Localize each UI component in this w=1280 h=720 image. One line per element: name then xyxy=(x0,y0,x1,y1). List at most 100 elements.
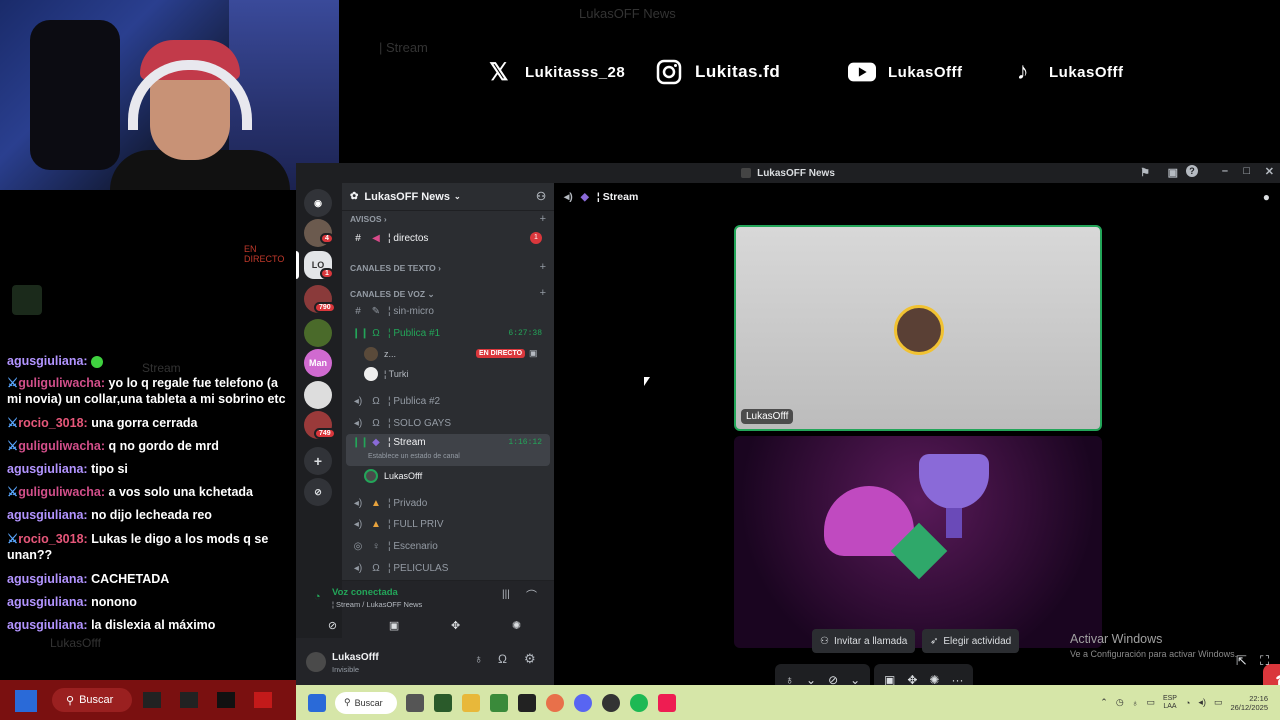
browser-icon[interactable] xyxy=(546,693,564,712)
network-icon[interactable]: ◷ xyxy=(1116,697,1124,708)
notepad-icon[interactable] xyxy=(434,693,452,712)
file-explorer-icon[interactable] xyxy=(462,693,480,712)
category-avisos[interactable]: AVISOS › xyxy=(350,214,387,224)
taskbar-app-icon[interactable] xyxy=(143,692,161,708)
camera-off-icon[interactable]: ⊘ xyxy=(328,619,337,632)
rocket-icon: ➶ xyxy=(930,635,939,647)
voice-status[interactable]: Voz conectada xyxy=(332,587,398,598)
windows-start-icon[interactable] xyxy=(308,693,326,712)
lock-icon: ▲ xyxy=(371,518,381,530)
selected-indicator xyxy=(296,251,299,279)
taskbar-app-icon[interactable] xyxy=(254,692,272,708)
microphone-icon[interactable]: ♁ xyxy=(474,652,483,666)
settings-gear-icon[interactable]: ⚙ xyxy=(524,651,536,667)
keyboard-icon[interactable]: ▭ xyxy=(1146,697,1155,708)
channel-privado[interactable]: ◂) ▲ ¦ Privado xyxy=(346,493,550,513)
channel-label: ¦ sin-micro xyxy=(388,305,434,317)
username[interactable]: LukasOfff xyxy=(332,652,379,663)
obs-icon[interactable] xyxy=(602,693,620,712)
windows-start-icon[interactable] xyxy=(15,690,37,712)
channel-full-priv[interactable]: ◂) ▲ ¦ FULL PRIV xyxy=(346,514,550,534)
banner-ghost-title: LukasOFF News xyxy=(579,6,676,21)
add-member-icon[interactable]: ⚇ xyxy=(536,190,546,203)
flag-icon[interactable]: ⚑ xyxy=(1140,166,1150,179)
disconnect-icon[interactable]: ⌒ xyxy=(526,587,537,603)
voice-member[interactable]: ¦ Turki xyxy=(364,365,408,383)
search-box[interactable]: ⚲ Buscar xyxy=(335,691,397,714)
chat-text: nonono xyxy=(91,595,137,609)
inbox-icon[interactable]: ▣ xyxy=(1168,166,1178,179)
add-channel-icon[interactable]: + xyxy=(540,287,546,299)
channel-solo-gays[interactable]: ◂) Ω ¦ SOLO GAYS xyxy=(346,413,550,433)
clock[interactable]: 22:16 26/12/2025 xyxy=(1230,694,1268,712)
language-indicator[interactable]: ESP LAA xyxy=(1163,695,1177,711)
volume-icon[interactable]: ◂) xyxy=(1198,697,1206,708)
taskbar-app-icon[interactable] xyxy=(180,692,198,708)
task-view-icon[interactable] xyxy=(406,693,424,712)
server-header[interactable]: ✿ LukasOFF News ⌄ ⚇ xyxy=(342,183,554,211)
voice-location[interactable]: ¦ Stream / LukasOFF News xyxy=(332,600,422,609)
category-voice[interactable]: CANALES DE VOZ ⌄ xyxy=(350,289,435,300)
close-icon[interactable]: ✕ xyxy=(1265,165,1274,178)
app-icon[interactable] xyxy=(518,693,536,712)
maximize-icon[interactable]: □ xyxy=(1243,165,1250,177)
voice-member[interactable]: LukasOfff xyxy=(364,467,422,485)
spotify-icon[interactable] xyxy=(630,693,648,712)
channel-stream[interactable]: ❙❙ ◆ ¦ Stream 1:16:12 Establece un estad… xyxy=(346,434,550,466)
channel-escenario[interactable]: ◎ ♀ ¦ Escenario xyxy=(346,536,550,556)
activities-icon[interactable]: ✥ xyxy=(451,619,460,632)
category-label: CANALES DE TEXTO xyxy=(350,263,436,273)
help-icon[interactable]: ? xyxy=(1186,165,1198,177)
tiktok-icon[interactable] xyxy=(658,693,676,712)
category-label: CANALES DE VOZ xyxy=(350,289,426,299)
channel-publica-2[interactable]: ◂) Ω ¦ Publica #2 xyxy=(346,391,550,411)
discover-icon[interactable]: ⊘ xyxy=(304,478,332,506)
chevron-down-icon: ⌄ xyxy=(453,192,461,201)
channel-publica-1[interactable]: ❙❙ Ω ¦ Publica #1 6:27:38 xyxy=(346,323,550,343)
chat-bubble-icon[interactable]: ● xyxy=(1263,190,1270,204)
category-label: AVISOS xyxy=(350,214,382,224)
chat-overlay: EN DIRECTO Stream LukasOfff agusgiuliana… xyxy=(0,190,296,680)
server-icon[interactable] xyxy=(304,319,332,347)
server-icon-man[interactable]: Man xyxy=(304,349,332,377)
chevron-up-icon[interactable]: ⌃ xyxy=(1100,697,1108,708)
channel-label: ¦ SOLO GAYS xyxy=(388,417,451,429)
voice-member[interactable]: z... xyxy=(364,345,396,363)
chat-username: guliguliwacha: xyxy=(18,439,106,453)
taskbar-app-icon[interactable] xyxy=(217,692,235,708)
fullscreen-icon[interactable]: ⛶ xyxy=(1260,653,1269,669)
sword-icon: ⚔ xyxy=(7,439,19,453)
channel-peliculas[interactable]: ◂) Ω ¦ PELICULAS xyxy=(346,558,550,578)
trophy-stem xyxy=(946,508,962,538)
battery-icon[interactable]: ▭ xyxy=(1214,697,1223,708)
chat-text: q no gordo de mrd xyxy=(108,439,219,453)
discord-icon[interactable] xyxy=(574,693,592,712)
channel-status[interactable]: Establece un estado de canal xyxy=(368,453,460,460)
channel-sin-micro[interactable]: # ✎ ¦ sin-micro xyxy=(346,301,550,321)
invite-call-button[interactable]: ⚇ Invitar a llamada xyxy=(812,629,916,653)
soundboard-icon[interactable]: ✺ xyxy=(512,619,521,632)
wifi-icon[interactable]: ◔ xyxy=(1185,698,1190,708)
noise-suppression-icon[interactable]: ||| xyxy=(502,589,510,600)
add-channel-icon[interactable]: + xyxy=(540,213,546,225)
popout-icon[interactable]: ⇱ xyxy=(1236,653,1247,669)
choose-activity-button[interactable]: ➶ Elegir actividad xyxy=(922,629,1020,653)
screen-share-icon[interactable]: ▣ xyxy=(389,619,399,632)
voice-connected-panel: ◔ Voz conectada ¦ Stream / LukasOFF News… xyxy=(314,580,554,638)
add-server-icon[interactable]: + xyxy=(304,447,332,475)
chat-username: agusgiuliana: xyxy=(7,462,88,476)
avatar[interactable] xyxy=(306,652,326,672)
minecraft-icon[interactable] xyxy=(490,693,508,712)
mic-icon[interactable]: ♁ xyxy=(1132,698,1139,708)
minimize-icon[interactable]: – xyxy=(1222,165,1228,177)
discord-home-icon[interactable]: ◉ xyxy=(304,189,332,217)
host-search-box[interactable]: ⚲ Buscar xyxy=(52,688,132,712)
headphones-icon[interactable]: Ω xyxy=(498,652,507,666)
participant-tile[interactable]: LukasOfff xyxy=(734,225,1102,431)
activation-subtitle: Ve a Configuración para activar Windows. xyxy=(1070,649,1238,659)
server-icon[interactable] xyxy=(304,381,332,409)
category-text[interactable]: CANALES DE TEXTO › xyxy=(350,263,441,273)
gamepad-icon: ◆ xyxy=(580,191,589,203)
add-channel-icon[interactable]: + xyxy=(540,261,546,273)
channel-directos[interactable]: # ◀ ¦ directos 1 xyxy=(346,228,550,248)
